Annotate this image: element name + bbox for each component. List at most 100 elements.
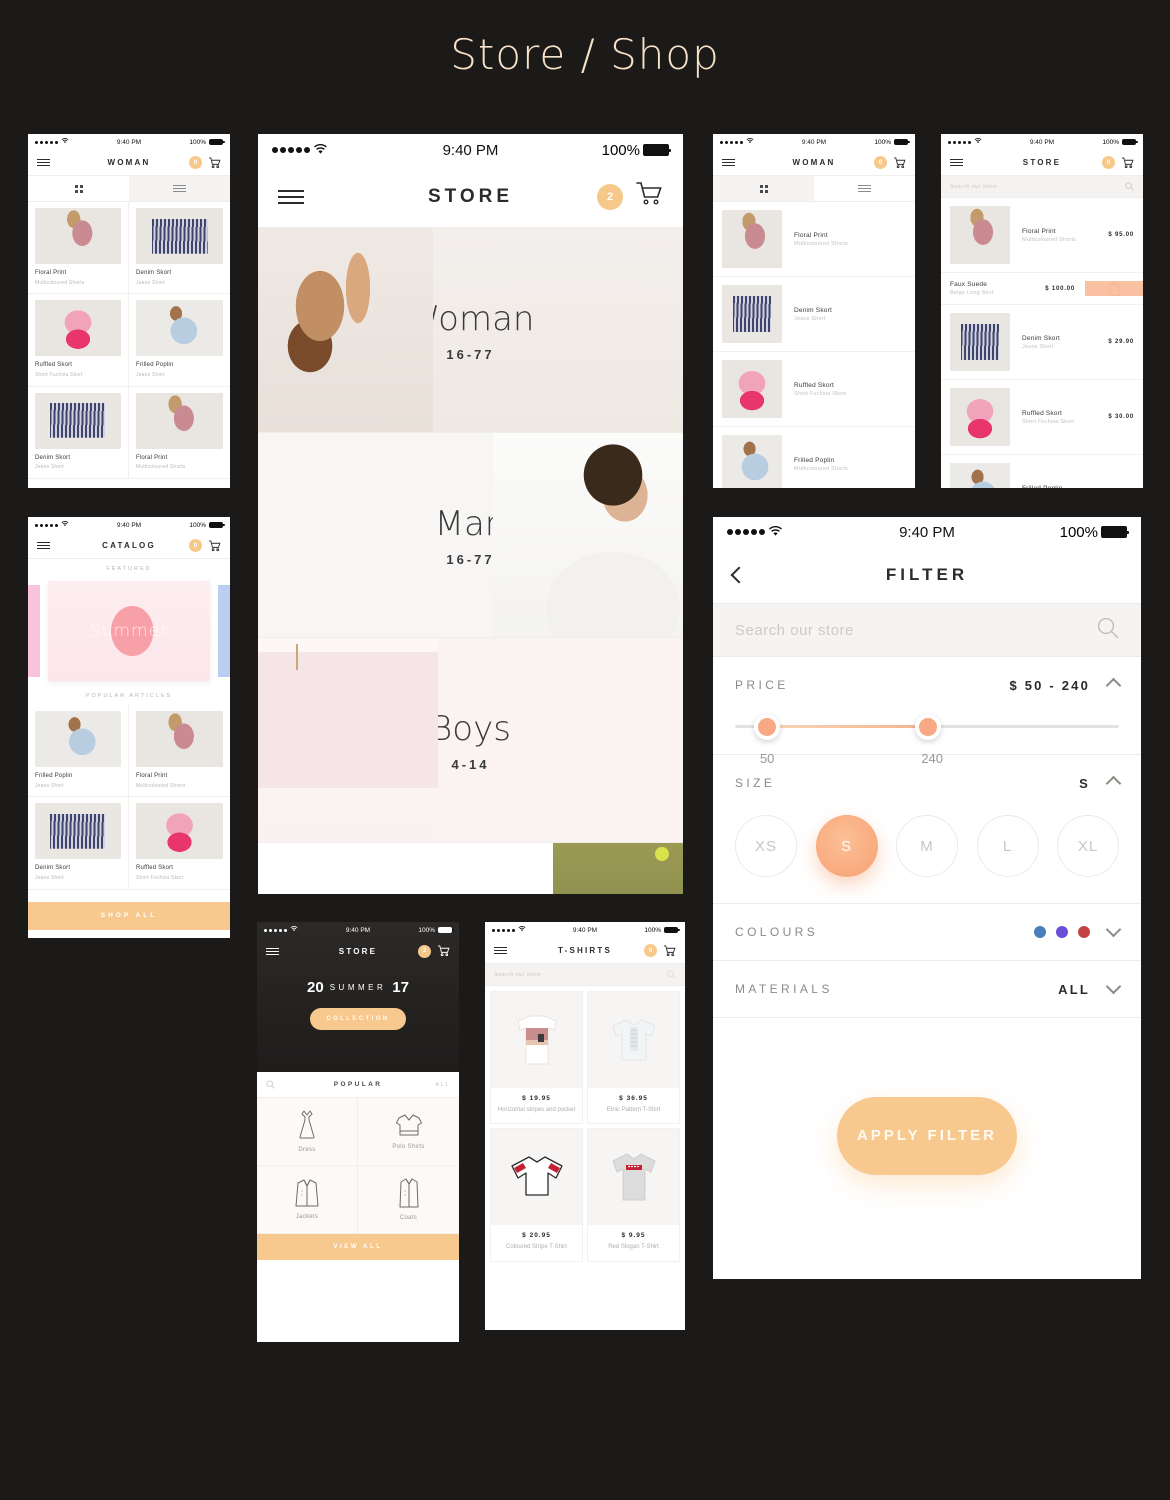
list-view-tab[interactable] — [129, 176, 230, 201]
product-thumbnail — [136, 803, 223, 860]
carousel-active-slide[interactable]: Summer — [48, 581, 210, 681]
hero-banner[interactable]: 9:40 PM 100% STORE 2 20 SUMMER 17 COLLEC… — [257, 922, 459, 1072]
list-item[interactable]: Floral Print Multicoloured Shorts — [713, 202, 915, 277]
chevron-up-icon[interactable] — [1105, 677, 1122, 693]
search-icon[interactable] — [1125, 182, 1134, 191]
filter-section-colours[interactable]: COLOURS — [713, 904, 1141, 960]
product-name: Denim Skort — [1022, 334, 1060, 342]
size-option-m[interactable]: M — [896, 815, 958, 877]
list-item[interactable]: Ruffled Skort Short Fuchsia Skort $ 30.00 — [941, 380, 1143, 455]
product-card[interactable]: Denim Skort Jeans Short — [28, 797, 129, 890]
carousel-prev-slide[interactable] — [28, 585, 40, 677]
chevron-down-icon[interactable] — [1105, 978, 1122, 995]
banner-word: Summer — [89, 621, 169, 641]
filter-section-materials[interactable]: MATERIALS ALL — [713, 961, 1141, 1017]
product-name: Ruffled Skort — [1022, 409, 1063, 417]
next-category-peek[interactable] — [258, 843, 683, 894]
shop-all-button[interactable]: SHOP ALL — [28, 901, 230, 930]
size-option-s[interactable]: S — [815, 815, 878, 877]
screen-catalog: 9:40 PM 100% CATALOG 0 FEATURED Summer P… — [28, 517, 230, 938]
category-banner-man[interactable]: Man 16-77 — [258, 433, 683, 638]
product-name: Denim Skort — [794, 306, 832, 314]
product-card[interactable]: Frilled Poplin Jeans Short — [28, 705, 129, 798]
list-view-tab[interactable] — [814, 176, 915, 201]
slider-track[interactable]: 50 240 — [735, 714, 1119, 766]
slider-knob-max[interactable] — [915, 714, 942, 740]
product-card[interactable]: Ruffled Skort Short Fuchsia Skort — [129, 797, 230, 890]
section-label: COLOURS — [735, 925, 819, 939]
product-card[interactable]: $ 20.95 Coloured Stripe T-Shirt — [491, 1129, 582, 1261]
price-range-slider[interactable]: 50 240 — [713, 713, 1141, 766]
size-option-l[interactable]: L — [976, 815, 1039, 877]
search-icon[interactable] — [667, 970, 676, 979]
product-card[interactable]: Floral Print Multicoloured Shorts — [129, 386, 230, 479]
product-card[interactable]: $ 19.95 Horizontal stripes and pocket — [491, 992, 582, 1124]
product-card[interactable]: Floral Print Multicoloured Shorts — [129, 705, 230, 798]
featured-carousel[interactable]: Summer — [28, 577, 230, 685]
screen-woman-list: 9:40 PM 100% WOMAN 0 Floral Print Multico… — [713, 134, 915, 488]
slider-knob-min[interactable] — [754, 714, 781, 740]
nav-bar: WOMAN 0 — [713, 150, 915, 176]
product-card[interactable]: Floral Print Multicoloured Shorts — [28, 202, 129, 295]
grid-view-tab[interactable] — [713, 176, 814, 201]
product-thumbnail — [136, 711, 223, 767]
filter-section-price[interactable]: PRICE $ 50 - 240 — [713, 657, 1141, 713]
view-all-button[interactable]: VIEW ALL — [257, 1234, 459, 1260]
view-toggle — [713, 176, 915, 202]
grid-view-tab[interactable] — [28, 176, 129, 201]
product-desc: Short Fuchsia Skort — [794, 390, 847, 397]
size-option-xl[interactable]: XL — [1057, 815, 1119, 877]
list-item-swiped[interactable]: Faux Suede Beige Long Skirt $ 100.00 — [941, 273, 1143, 305]
product-card[interactable]: Ruffled Skort Short Fuchsia Skort — [28, 294, 129, 387]
category-name: Boys — [430, 708, 511, 749]
product-card[interactable]: Denim Skort Jeans Short — [129, 202, 230, 295]
tshirt-slogan-icon — [610, 1151, 658, 1203]
all-link[interactable]: ALL — [435, 1082, 450, 1088]
apply-filter-button[interactable]: APPLY FILTER — [837, 1096, 1017, 1175]
status-bar: 9:40 PM 100% — [941, 134, 1143, 150]
product-card[interactable]: Denim Skort Jeans Short — [28, 386, 129, 479]
category-cell-polo[interactable]: Polo Shirts — [358, 1098, 459, 1166]
category-cell-coats[interactable]: Coats — [358, 1166, 459, 1234]
category-age-range: 4-14 — [451, 756, 490, 772]
category-cell-jackets[interactable]: Jackets — [257, 1166, 358, 1234]
size-option-xs[interactable]: XS — [735, 815, 797, 877]
search-input[interactable]: Search our store — [735, 622, 1097, 639]
collection-button[interactable]: COLLECTION — [310, 1007, 406, 1030]
list-item[interactable]: Frilled Poplin Multicoloured Shorts — [713, 427, 915, 488]
product-card[interactable]: $ 9.95 Red Slogan T-Shirt — [588, 1129, 679, 1261]
product-thumbnail — [722, 210, 782, 268]
category-banner-woman[interactable]: Woman 16-77 — [258, 228, 683, 433]
category-cell-dress[interactable]: Dress — [257, 1098, 358, 1166]
product-card[interactable]: $ 36.95 Etnic Pattern T-Shirt — [588, 992, 679, 1124]
search-bar[interactable]: Search our store — [485, 964, 685, 986]
product-grid: Frilled Poplin Jeans Short Floral Print Mu… — [28, 705, 230, 890]
search-input[interactable]: Search our store — [950, 184, 1125, 190]
battery-icon — [1101, 526, 1129, 538]
colour-swatch-red[interactable] — [1078, 926, 1090, 938]
category-banner-boys[interactable]: Boys 4-14 — [258, 638, 683, 843]
list-item[interactable]: Denim Skort Jeans Short — [713, 277, 915, 352]
nav-bar: T-SHIRTS 0 — [485, 938, 685, 964]
grid-view-icon — [74, 184, 83, 193]
chevron-down-icon[interactable] — [1105, 921, 1122, 938]
search-input[interactable]: Search our store — [494, 972, 667, 978]
list-item[interactable]: Frilled PoplinJeans Short $ 292.00 — [941, 455, 1143, 488]
search-bar[interactable]: Search our store — [941, 176, 1143, 198]
colour-swatch-purple[interactable] — [1056, 926, 1068, 938]
status-time: 9:40 PM — [1029, 138, 1055, 146]
list-item[interactable]: Ruffled Skort Short Fuchsia Skort — [713, 352, 915, 427]
carousel-next-slide[interactable] — [218, 585, 230, 677]
product-card[interactable]: Frilled Poplin Jeans Short — [129, 294, 230, 387]
list-item[interactable]: Floral Print Multicoloured Shorts $ 95.00 — [941, 198, 1143, 273]
list-item[interactable]: Denim Skort Jeans Short $ 29.90 — [941, 305, 1143, 380]
delete-row-button[interactable] — [1085, 281, 1143, 296]
category-label: Dress — [298, 1147, 316, 1153]
search-icon[interactable] — [1097, 617, 1119, 644]
chevron-up-icon[interactable] — [1105, 775, 1122, 791]
status-bar: 9:40 PM 100% — [485, 922, 685, 938]
colour-swatch-blue[interactable] — [1034, 926, 1046, 938]
product-name: Frilled Poplin — [1022, 484, 1063, 489]
search-bar[interactable]: Search our store — [713, 603, 1141, 657]
nav-bar: FILTER — [713, 547, 1141, 603]
